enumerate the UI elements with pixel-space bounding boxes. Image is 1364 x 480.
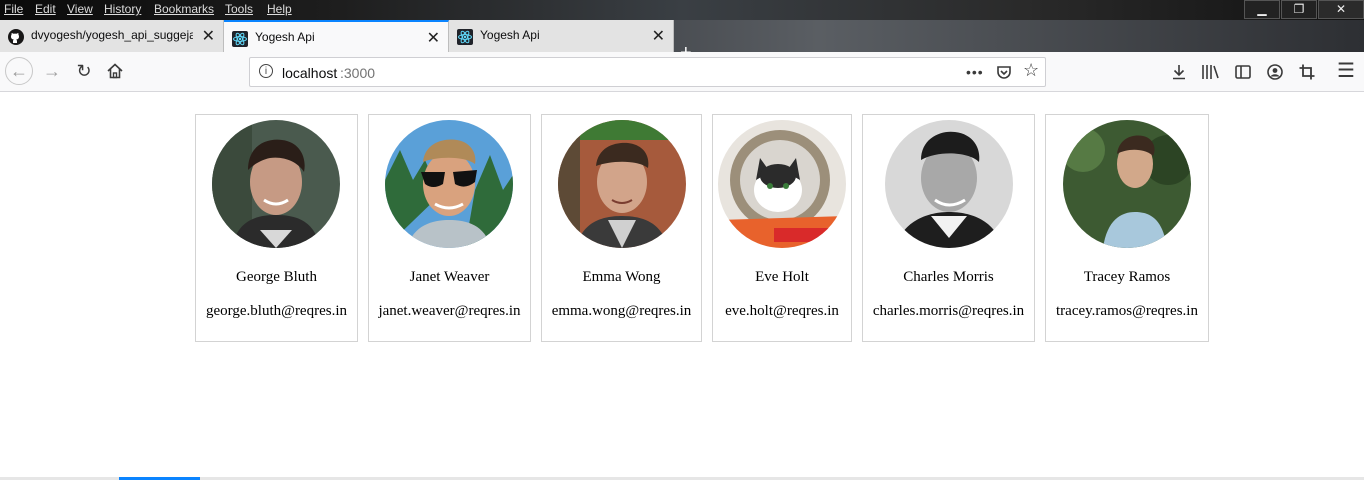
forward-arrow-icon[interactable]: → xyxy=(41,60,63,82)
user-email: emma.wong@reqres.in xyxy=(551,303,692,319)
user-name: Eve Holt xyxy=(755,269,809,285)
user-name: Tracey Ramos xyxy=(1083,269,1171,285)
nav-bar: ← → ↻ i localhost :3000 ••• ☆ ☰ xyxy=(0,52,1364,92)
user-card: Tracey Ramos tracey.ramos@reqres.in xyxy=(1045,114,1209,342)
bookmark-star-icon[interactable]: ☆ xyxy=(1023,60,1039,81)
info-icon[interactable]: i xyxy=(259,64,273,78)
tab-strip: dvyogesh/yogesh_api_suggeja ✕ Yogesh Api… xyxy=(0,20,1364,64)
tab-label: Yogesh Api xyxy=(255,30,315,44)
user-email: tracey.ramos@reqres.in xyxy=(1056,303,1198,319)
url-port: :3000 xyxy=(340,65,376,81)
tab-yogesh-api[interactable]: Yogesh Api ✕ xyxy=(449,20,674,52)
close-window-button[interactable]: ✕ xyxy=(1318,0,1364,19)
pocket-icon[interactable] xyxy=(996,64,1012,80)
menu-view[interactable]: View xyxy=(67,2,93,16)
download-icon[interactable] xyxy=(1170,63,1188,81)
react-icon xyxy=(457,29,473,45)
back-arrow-icon[interactable]: ← xyxy=(5,57,33,85)
tab-close-icon[interactable]: ✕ xyxy=(202,26,215,46)
menu-edit[interactable]: Edit xyxy=(35,2,56,16)
crop-icon[interactable] xyxy=(1298,63,1316,81)
user-name: Emma Wong xyxy=(582,269,661,285)
avatar xyxy=(718,120,846,248)
user-email: charles.morris@reqres.in xyxy=(872,303,1025,319)
window-controls: ▁ ❐ ✕ xyxy=(1243,0,1364,20)
sidebar-icon[interactable] xyxy=(1234,63,1252,81)
user-email: george.bluth@reqres.in xyxy=(206,303,347,319)
url-host: localhost xyxy=(282,65,338,81)
github-icon xyxy=(8,29,24,45)
user-name: Charles Morris xyxy=(903,269,994,285)
minimize-button[interactable]: ▁ xyxy=(1244,0,1280,19)
user-name: George Bluth xyxy=(236,269,317,285)
reload-icon[interactable]: ↻ xyxy=(73,60,95,82)
restore-button[interactable]: ❐ xyxy=(1281,0,1317,19)
react-icon xyxy=(232,31,248,47)
hamburger-menu-icon[interactable]: ☰ xyxy=(1337,58,1355,83)
user-email: eve.holt@reqres.in xyxy=(725,303,839,319)
avatar xyxy=(212,120,340,248)
tab-label: Yogesh Api xyxy=(480,28,540,42)
menu-history[interactable]: History xyxy=(104,2,141,16)
menu-file[interactable]: File xyxy=(4,2,23,16)
menu-help[interactable]: Help xyxy=(267,2,292,16)
more-actions-icon[interactable]: ••• xyxy=(966,64,984,80)
user-card: Eve Holt eve.holt@reqres.in xyxy=(712,114,852,342)
page-content: George Bluth george.bluth@reqres.in Jane… xyxy=(0,93,1364,477)
user-card: Emma Wong emma.wong@reqres.in xyxy=(541,114,702,342)
tab-yogesh-api-active[interactable]: Yogesh Api ✕ xyxy=(224,20,449,52)
tab-label: dvyogesh/yogesh_api_suggeja xyxy=(31,28,193,42)
menu-bar: File Edit View History Bookmarks Tools H… xyxy=(0,0,1364,20)
user-card: Charles Morris charles.morris@reqres.in xyxy=(862,114,1035,342)
menu-tools[interactable]: Tools xyxy=(225,2,253,16)
account-icon[interactable] xyxy=(1266,63,1284,81)
home-icon[interactable] xyxy=(106,62,124,80)
user-card: George Bluth george.bluth@reqres.in xyxy=(195,114,358,342)
avatar xyxy=(558,120,686,248)
tab-close-icon[interactable]: ✕ xyxy=(427,28,440,48)
avatar xyxy=(385,120,513,248)
user-card: Janet Weaver janet.weaver@reqres.in xyxy=(368,114,531,342)
url-bar[interactable]: i localhost :3000 ••• ☆ xyxy=(249,57,1046,87)
avatar xyxy=(1063,120,1191,248)
tab-close-icon[interactable]: ✕ xyxy=(652,26,665,46)
tab-github[interactable]: dvyogesh/yogesh_api_suggeja ✕ xyxy=(0,20,224,52)
library-icon[interactable] xyxy=(1201,63,1221,81)
user-email: janet.weaver@reqres.in xyxy=(378,303,521,319)
menu-bookmarks[interactable]: Bookmarks xyxy=(154,2,214,16)
user-name: Janet Weaver xyxy=(409,269,490,285)
avatar xyxy=(885,120,1013,248)
